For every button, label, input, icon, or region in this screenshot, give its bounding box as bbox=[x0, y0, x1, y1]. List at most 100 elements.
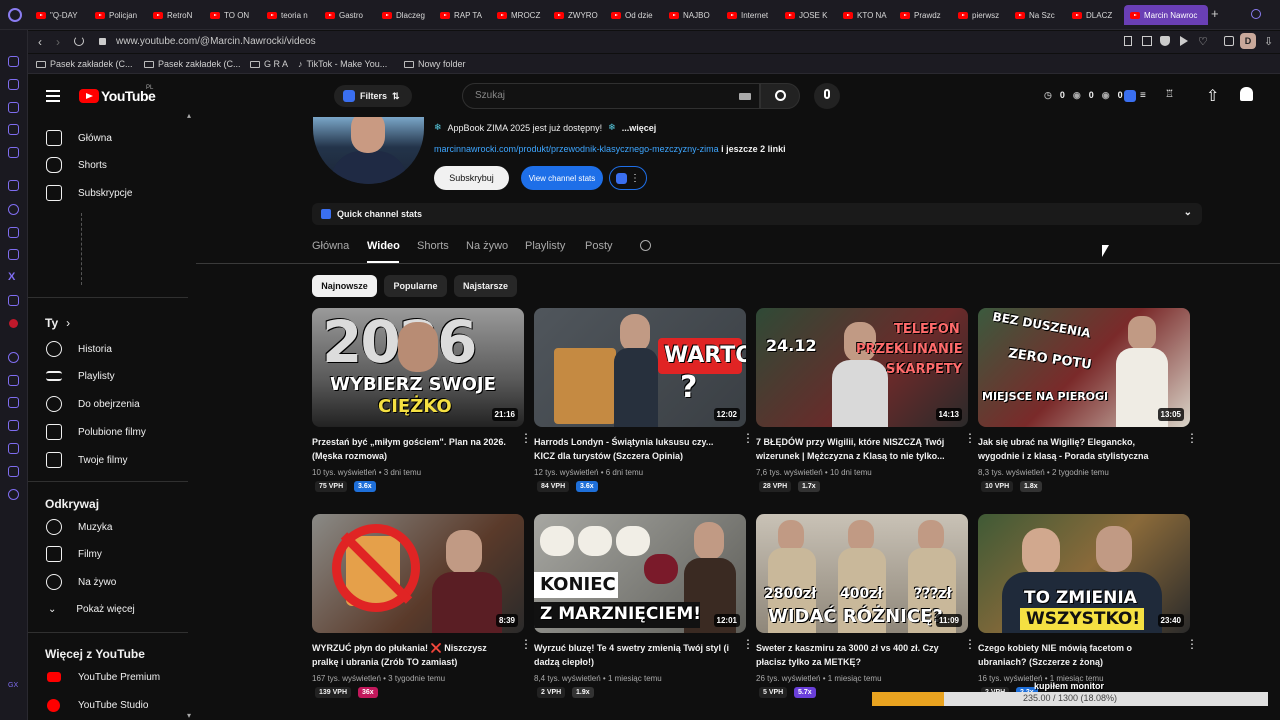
sidebar-show-more[interactable]: ⌄ Pokaż więcej bbox=[28, 596, 188, 622]
video-thumbnail[interactable]: KONIEC Z MARZNIĘCIEM! 12:01 bbox=[534, 514, 746, 633]
youtube-logo-icon[interactable] bbox=[79, 89, 99, 103]
rail-app-icon[interactable] bbox=[8, 124, 19, 135]
browser-tab[interactable]: Prawdz bbox=[900, 7, 950, 23]
browser-tab[interactable]: "Q-DAY bbox=[36, 7, 86, 23]
sidebar-item-premium[interactable]: YouTube Premium bbox=[28, 664, 188, 690]
bookmark-folder[interactable]: G R A bbox=[250, 59, 288, 69]
voice-search-button[interactable] bbox=[814, 83, 840, 109]
video-thumbnail[interactable]: 2800zł 400zł ???zł WIDAĆ RÓŻNICĘ? 11:09 bbox=[756, 514, 968, 633]
subscribe-button[interactable]: Subskrybuj bbox=[434, 166, 509, 190]
more-vert-icon[interactable]: ⋮ bbox=[742, 638, 754, 650]
channel-search-icon[interactable] bbox=[640, 240, 651, 251]
play-icon[interactable] bbox=[1180, 36, 1188, 46]
video-title[interactable]: 7 BŁĘDÓW przy Wigilii, które NISZCZĄ Twó… bbox=[756, 435, 956, 463]
tab-videos[interactable]: Wideo bbox=[367, 240, 400, 252]
video-title[interactable]: Przestań być „miłym gościem". Plan na 20… bbox=[312, 435, 512, 463]
more-vert-icon[interactable]: ⋮ bbox=[520, 432, 532, 444]
filters-button[interactable]: Filters ⇅ bbox=[334, 85, 412, 107]
rail-app-icon[interactable] bbox=[8, 147, 19, 158]
forward-icon[interactable]: › bbox=[56, 35, 60, 49]
browser-tab[interactable]: Gastro bbox=[325, 7, 375, 23]
sidebar-item-subscriptions[interactable]: Subskrypcje bbox=[28, 180, 188, 206]
extension-icon[interactable] bbox=[1124, 90, 1136, 102]
heart-icon[interactable] bbox=[8, 397, 19, 408]
settings-icon[interactable] bbox=[8, 489, 19, 500]
history-icon[interactable] bbox=[8, 420, 19, 431]
tab-shorts[interactable]: Shorts bbox=[417, 240, 449, 252]
rail-app-icon[interactable] bbox=[8, 56, 19, 67]
more-links[interactable]: i jeszcze 2 linki bbox=[721, 144, 786, 154]
bookmark-folder[interactable]: Pasek zakładek (C... bbox=[144, 59, 241, 69]
sidebar-item-music[interactable]: Muzyka bbox=[28, 514, 188, 540]
scroll-up-icon[interactable]: ▴ bbox=[187, 111, 191, 120]
browser-tab[interactable]: NAJBO bbox=[669, 7, 719, 23]
profile-avatar[interactable]: D bbox=[1240, 33, 1256, 49]
browser-tab-active[interactable]: Marcin Nawroc bbox=[1124, 5, 1208, 25]
reload-icon[interactable] bbox=[74, 36, 84, 46]
bookmark-icon[interactable] bbox=[1124, 36, 1132, 46]
scroll-down-icon[interactable]: ▾ bbox=[187, 711, 191, 720]
channel-link[interactable]: marcinnawrocki.com/produkt/przewodnik-kl… bbox=[434, 144, 719, 154]
video-title[interactable]: Sweter z kaszmiru za 3000 zł vs 400 zł. … bbox=[756, 641, 956, 669]
sidebar-item-live[interactable]: Na żywo bbox=[28, 569, 188, 595]
tab-live[interactable]: Na żywo bbox=[466, 240, 508, 252]
player-icon[interactable] bbox=[8, 375, 19, 386]
browser-tab[interactable]: RAP TA bbox=[440, 7, 490, 23]
extensions-icon[interactable] bbox=[1224, 36, 1234, 46]
browser-tab[interactable]: DLACZ bbox=[1072, 7, 1122, 23]
browser-tab[interactable]: Od dzie bbox=[611, 7, 661, 23]
browser-tab[interactable]: Policjan bbox=[95, 7, 145, 23]
telegram-icon[interactable] bbox=[8, 227, 19, 238]
chip-oldest[interactable]: Najstarsze bbox=[454, 275, 517, 297]
twitch-icon[interactable] bbox=[8, 180, 19, 191]
download-icon[interactable] bbox=[8, 443, 19, 454]
x-icon[interactable]: X bbox=[8, 271, 15, 283]
rail-app-icon[interactable] bbox=[8, 79, 19, 90]
sidebar-item-shorts[interactable]: Shorts bbox=[28, 152, 188, 178]
extension-icon[interactable] bbox=[8, 466, 19, 477]
new-tab-icon[interactable]: + bbox=[1211, 6, 1219, 21]
shield-icon[interactable] bbox=[1160, 36, 1170, 46]
search-button[interactable] bbox=[760, 83, 800, 109]
video-title[interactable]: Wyrzuć bluzę! Te 4 swetry zmienią Twój s… bbox=[534, 641, 734, 669]
messenger-icon[interactable] bbox=[8, 204, 19, 215]
sidebar-item-watch-later[interactable]: Do obejrzenia bbox=[28, 391, 188, 417]
sidebar-you-header[interactable]: Ty › bbox=[45, 316, 70, 330]
chip-popular[interactable]: Popularne bbox=[384, 275, 447, 297]
trophy-icon[interactable]: ♖ bbox=[1165, 89, 1174, 100]
video-title[interactable]: Czego kobiety NIE mówią facetom o ubrani… bbox=[978, 641, 1178, 669]
notifications-icon[interactable] bbox=[1240, 87, 1253, 101]
video-thumbnail[interactable]: 8:39 bbox=[312, 514, 524, 633]
sidebar-item-playlists[interactable]: Playlisty bbox=[28, 363, 188, 389]
video-thumbnail[interactable]: WARTO ? 12:02 bbox=[534, 308, 746, 427]
more-vert-icon[interactable]: ⋮ bbox=[520, 638, 532, 650]
browser-tab[interactable]: Na Szc bbox=[1015, 7, 1065, 23]
browser-tab[interactable]: ZWYRO bbox=[554, 7, 604, 23]
list-icon[interactable]: ≡ bbox=[1140, 90, 1146, 101]
rail-app-icon[interactable] bbox=[8, 102, 19, 113]
sidebar-item-history[interactable]: Historia bbox=[28, 336, 188, 362]
more-vert-icon[interactable]: ⋮ bbox=[1186, 638, 1198, 650]
instagram-icon[interactable] bbox=[8, 249, 19, 260]
more-vert-icon[interactable]: ⋮ bbox=[964, 432, 976, 444]
video-thumbnail[interactable]: 24.12 TELEFON PRZEKLINANIE SKARPETY 14:1… bbox=[756, 308, 968, 427]
menu-icon[interactable] bbox=[46, 90, 60, 102]
browser-menu-icon[interactable] bbox=[8, 8, 22, 22]
browser-tab[interactable]: KTO NA bbox=[843, 7, 893, 23]
sidebar-item-liked[interactable]: Polubione filmy bbox=[28, 419, 188, 445]
url-text[interactable]: www.youtube.com/@Marcin.Nawrocki/videos bbox=[116, 36, 316, 47]
bookmark-tiktok[interactable]: ♪ TikTok - Make You... bbox=[298, 59, 387, 69]
more-vert-icon[interactable]: ⋮ bbox=[964, 638, 976, 650]
bookmark-folder[interactable]: Nowy folder bbox=[404, 59, 466, 69]
channel-avatar[interactable] bbox=[313, 117, 424, 184]
browser-tab[interactable]: RetroN bbox=[153, 7, 203, 23]
quick-channel-stats-panel[interactable]: Quick channel stats ⌄ bbox=[312, 203, 1202, 225]
video-title[interactable]: Harrods Londyn - Świątynia luksusu czy..… bbox=[534, 435, 734, 463]
video-thumbnail[interactable]: 2026 WYBIERZ SWOJE CIĘŻKO 21:16 bbox=[312, 308, 524, 427]
sidebar-item-your-videos[interactable]: Twoje filmy bbox=[28, 447, 188, 473]
discord-icon[interactable] bbox=[8, 295, 19, 306]
view-channel-stats-button[interactable]: View channel stats bbox=[521, 166, 603, 190]
heart-icon[interactable]: ♡ bbox=[1198, 35, 1208, 48]
keyboard-icon[interactable] bbox=[739, 93, 751, 100]
video-thumbnail[interactable]: TO ZMIENIA WSZYSTKO! 23:40 bbox=[978, 514, 1190, 633]
